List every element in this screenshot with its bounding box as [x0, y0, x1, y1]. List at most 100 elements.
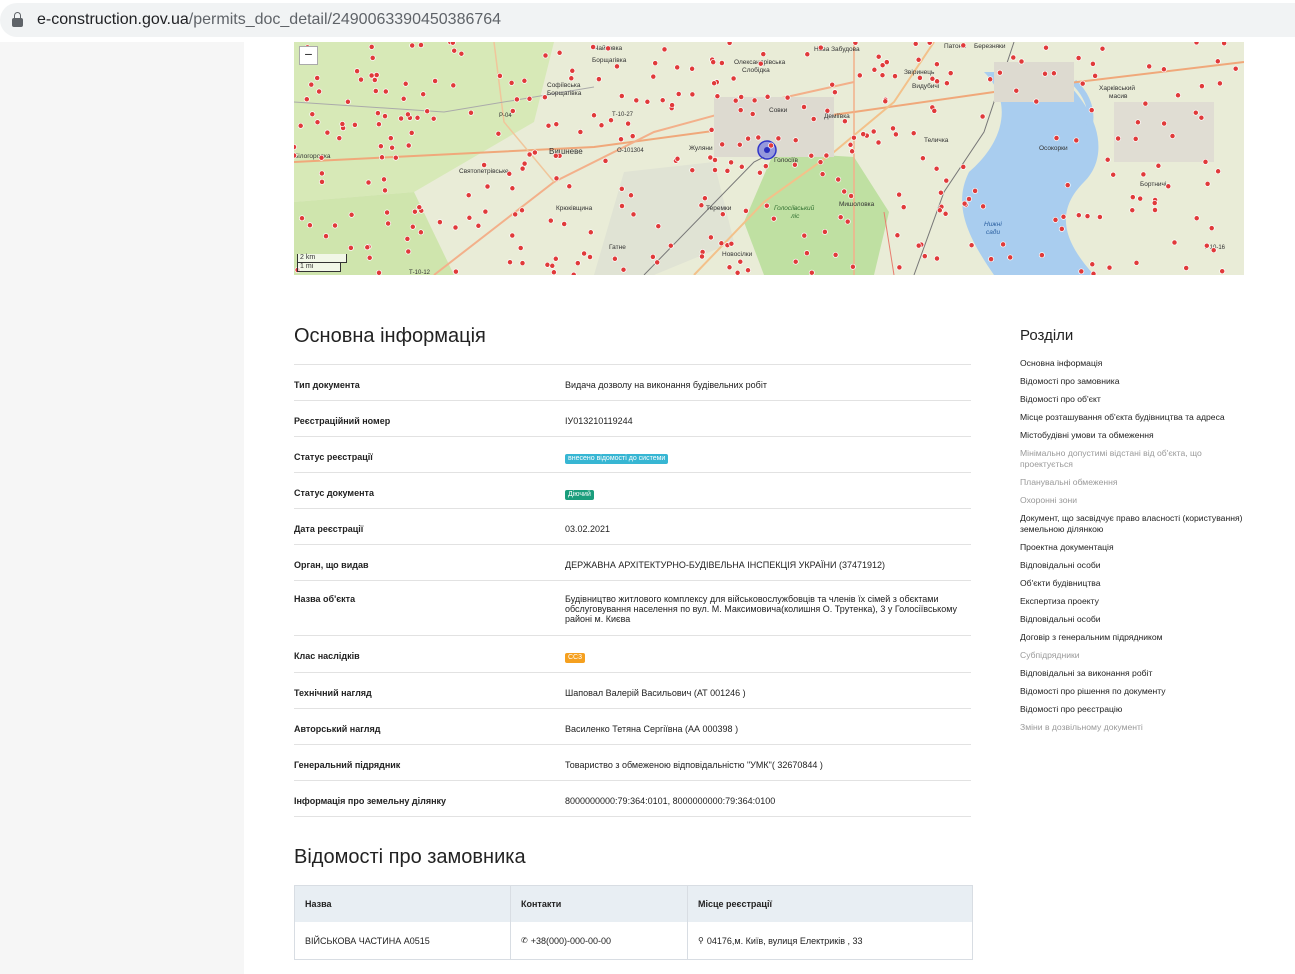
section-link[interactable]: Об'єкти будівництва: [1020, 578, 1250, 589]
info-row: Статус реєстрації внесено відомості до си…: [294, 436, 971, 472]
permit-marker: [405, 248, 412, 255]
section-link[interactable]: Відомості про реєстрацію: [1020, 704, 1250, 715]
permit-marker: [1078, 268, 1085, 275]
permit-marker: [432, 78, 439, 84]
permit-marker: [549, 262, 556, 269]
permit-marker: [849, 148, 856, 155]
info-key: Статус реєстрації: [294, 452, 373, 462]
url-text[interactable]: e-construction.gov.ua/permits_doc_detail…: [37, 11, 501, 29]
permit-marker: [303, 96, 310, 103]
permit-marker: [392, 154, 399, 161]
permit-marker: [871, 66, 878, 73]
svg-text:сади: сади: [986, 228, 1000, 236]
permit-marker: [526, 151, 533, 158]
section-link[interactable]: Відомості про рішення по документу: [1020, 686, 1250, 697]
permit-marker: [987, 76, 994, 83]
permit-marker: [810, 116, 817, 122]
permit-marker: [832, 251, 839, 258]
section-link[interactable]: Договір з генеральним підрядником: [1020, 632, 1250, 643]
permit-marker: [531, 149, 538, 156]
permit-marker: [960, 42, 967, 49]
permit-marker: [404, 111, 411, 118]
section-link[interactable]: Відповідальні за виконання робіт: [1020, 668, 1250, 679]
svg-text:Жуляни: Жуляни: [689, 145, 713, 152]
permit-marker: [831, 89, 838, 96]
permit-marker: [1151, 200, 1158, 206]
section-link[interactable]: Містобудівні умови та обмеження: [1020, 430, 1250, 441]
permit-marker: [764, 93, 771, 100]
permit-marker: [1193, 215, 1200, 222]
permit-marker: [698, 202, 705, 209]
permit-marker: [417, 229, 424, 236]
map-zoom-out-button[interactable]: −: [299, 46, 318, 65]
map[interactable]: Чайковка Нова Забудова Олександрівська С…: [294, 42, 1244, 275]
section-link[interactable]: Проектна документація: [1020, 542, 1250, 553]
section-link[interactable]: Відповідальні особи: [1020, 560, 1250, 571]
permit-marker: [1219, 268, 1226, 275]
permit-marker: [509, 232, 516, 239]
permit-marker: [1216, 80, 1223, 87]
permit-marker: [309, 111, 316, 118]
permit-marker: [708, 126, 715, 133]
permit-marker: [590, 44, 597, 50]
permit-marker: [618, 185, 625, 192]
svg-text:Теремки: Теремки: [706, 205, 732, 212]
section-link[interactable]: Відомості про об'єкт: [1020, 394, 1250, 405]
permit-marker: [1092, 72, 1099, 79]
permit-marker: [1161, 120, 1168, 127]
permit-marker: [602, 157, 609, 164]
url-field[interactable]: e-construction.gov.ua/permits_doc_detail…: [0, 3, 1295, 37]
permit-marker: [726, 42, 733, 46]
info-value: Василенко Тетяна Сергіївна (АА 000398 ): [565, 724, 739, 734]
permit-marker: [1202, 158, 1209, 165]
permit-marker: [570, 271, 577, 275]
permit-marker: [404, 235, 411, 242]
permit-marker: [1132, 135, 1139, 142]
permit-marker: [481, 162, 488, 168]
map-canvas[interactable]: Чайковка Нова Забудова Олександрівська С…: [294, 42, 1244, 275]
permit-marker: [611, 255, 618, 262]
svg-text:Мишоловка: Мишоловка: [839, 201, 875, 208]
permit-marker: [1073, 137, 1080, 144]
permit-marker: [1090, 270, 1097, 275]
section-link[interactable]: Відповідальні особи: [1020, 614, 1250, 625]
permit-marker: [942, 210, 949, 217]
section-link: Субпідрядники: [1020, 650, 1080, 660]
info-key: Статус документа: [294, 488, 374, 498]
permit-marker: [817, 44, 824, 51]
customer-table-header: Назва Контакти Місце реєстрації: [295, 886, 972, 922]
permit-marker: [382, 88, 389, 95]
badge-label: СС3: [565, 653, 586, 663]
permit-marker: [751, 97, 758, 104]
section-link[interactable]: Основна інформація: [1020, 358, 1250, 369]
permit-marker: [808, 269, 815, 275]
customer-address: ⚲ 04176,м. Київ, вулиця Електриків , 33: [687, 922, 972, 959]
permit-marker: [934, 255, 940, 262]
permit-marker: [870, 128, 877, 135]
permit-marker: [1204, 180, 1211, 187]
section-link[interactable]: Місце розташування об'єкта будівництва т…: [1020, 412, 1250, 423]
section-link[interactable]: Експертиза проекту: [1020, 596, 1250, 607]
permit-marker: [728, 159, 735, 166]
section-link[interactable]: Документ, що засвідчує право власності (…: [1020, 513, 1250, 535]
permit-marker: [608, 117, 614, 124]
permit-marker: [1043, 44, 1049, 51]
permit-marker: [297, 122, 304, 129]
permit-marker: [915, 242, 922, 249]
svg-text:Березняки: Березняки: [974, 43, 1006, 50]
customer-heading: Відомості про замовника: [294, 846, 526, 868]
permit-marker: [1089, 261, 1096, 268]
permit-marker: [614, 63, 620, 70]
permit-marker: [724, 167, 731, 174]
permit-marker: [841, 118, 848, 125]
permit-marker: [553, 121, 560, 128]
permit-marker: [900, 204, 907, 211]
permit-marker: [521, 160, 528, 167]
permit-marker: [933, 165, 940, 172]
permit-marker: [1133, 259, 1140, 266]
permit-marker: [879, 72, 886, 79]
info-key: Дата реєстрації: [294, 524, 364, 534]
permit-marker: [628, 192, 634, 199]
lock-icon[interactable]: [12, 11, 23, 27]
section-link[interactable]: Відомості про замовника: [1020, 376, 1250, 387]
